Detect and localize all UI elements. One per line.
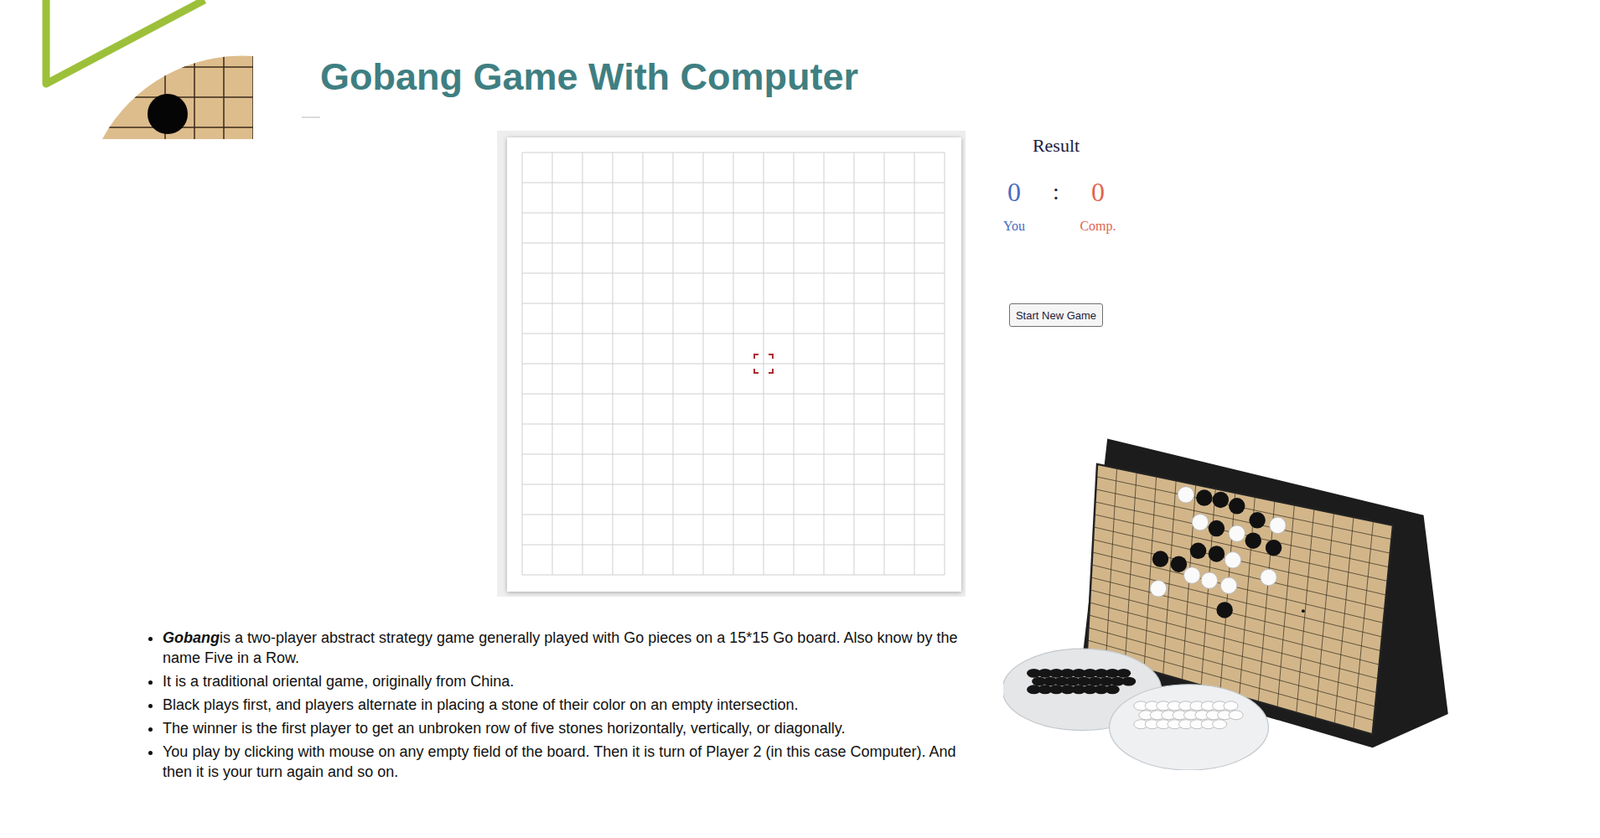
- grid-line: [823, 152, 825, 575]
- grid-line: [522, 454, 945, 456]
- gobang-board-photo: [1003, 436, 1450, 771]
- game-board[interactable]: [507, 137, 962, 592]
- player-score: 0 Comp.: [1072, 176, 1124, 235]
- result-heading: Result: [1032, 134, 1080, 157]
- player-score: 0 You: [988, 176, 1040, 235]
- start-new-game-button[interactable]: Start New Game: [1009, 303, 1103, 327]
- grid-line: [944, 152, 946, 575]
- page: Gobang Game With Computer Gobangis a two…: [0, 0, 1600, 838]
- grid-line: [522, 363, 945, 365]
- left-column: Gobangis a two-player abstract strategy …: [0, 130, 989, 786]
- board-frame: [497, 130, 966, 597]
- score-separator: :: [1039, 176, 1073, 235]
- rule-item: You play by clicking with mouse on any e…: [162, 741, 989, 782]
- grid-line: [793, 152, 795, 575]
- rule-item: Gobangis a two-player abstract strategy …: [162, 627, 989, 668]
- right-column: Result 0 You : 0 Comp. Start New Game: [988, 130, 1450, 771]
- grid-line: [522, 393, 945, 395]
- grid-line: [522, 544, 945, 546]
- grid-line: [522, 424, 945, 425]
- gobang-logo-icon: [0, 0, 321, 140]
- header: Gobang Game With Computer: [0, 0, 1600, 131]
- hover-cursor-icon: [754, 354, 773, 373]
- grid-line: [522, 484, 945, 486]
- grid-line: [884, 152, 886, 575]
- result-panel: Result 0 You : 0 Comp. Start New Game: [988, 130, 1124, 327]
- main: Gobangis a two-player abstract strategy …: [0, 130, 1600, 786]
- score-label: You: [1003, 217, 1026, 235]
- rule-item: It is a traditional oriental game, origi…: [162, 671, 989, 692]
- grid-line: [763, 152, 765, 575]
- rules-list: Gobangis a two-player abstract strategy …: [0, 627, 989, 782]
- scoreboard: 0 You : 0 Comp.: [988, 176, 1124, 235]
- grid-line: [914, 152, 916, 575]
- grid-line: [854, 152, 855, 575]
- grid-line: [522, 514, 945, 516]
- page-title: Gobang Game With Computer: [320, 0, 859, 99]
- score-value: 0: [1091, 176, 1105, 208]
- score-label: Comp.: [1079, 217, 1116, 235]
- score-value: 0: [1007, 176, 1021, 208]
- rule-item: Black plays first, and players alternate…: [162, 694, 989, 715]
- grid-line: [522, 574, 945, 576]
- rule-item: The winner is the first player to get an…: [162, 718, 989, 739]
